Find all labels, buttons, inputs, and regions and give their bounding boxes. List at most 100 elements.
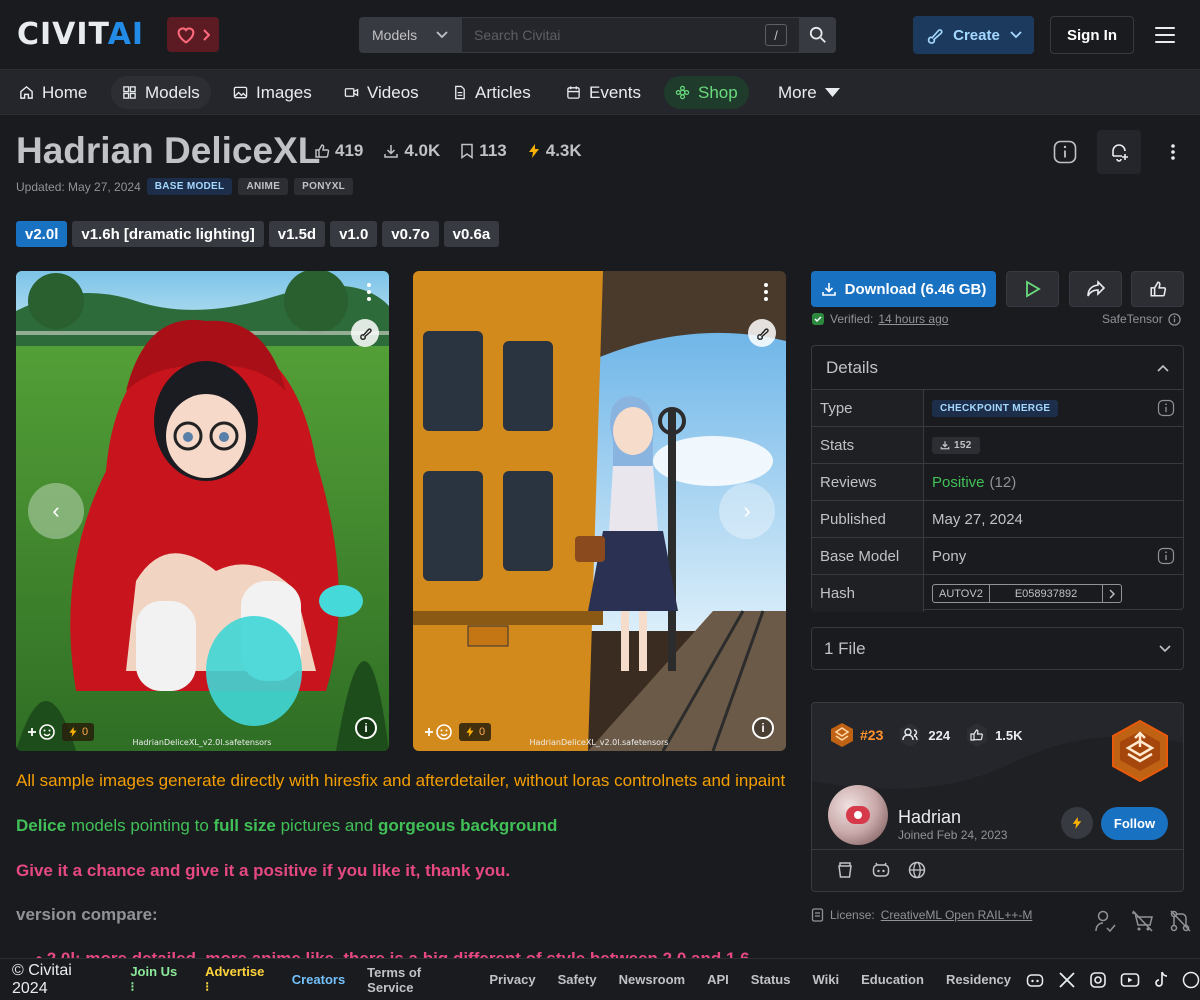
nav-models[interactable]: Models bbox=[111, 76, 211, 109]
buzz-stat: 4.3K bbox=[527, 141, 582, 161]
discord-icon[interactable] bbox=[1025, 971, 1045, 989]
footer-link-tos[interactable]: Terms of Service bbox=[367, 965, 467, 995]
footer-link-education[interactable]: Education bbox=[861, 972, 924, 987]
details-key: Published bbox=[812, 501, 924, 537]
hash-selector[interactable]: AUTOV2 E058937892 bbox=[932, 584, 1123, 603]
follow-button[interactable]: Follow bbox=[1101, 807, 1168, 840]
nav-home[interactable]: Home bbox=[8, 76, 98, 109]
footer-link-wiki[interactable]: Wiki bbox=[812, 972, 839, 987]
no-merge-icon bbox=[1170, 910, 1191, 932]
model-info-button[interactable] bbox=[1043, 130, 1087, 174]
search-submit-button[interactable] bbox=[800, 17, 836, 53]
thumbs-up-icon bbox=[967, 723, 988, 747]
files-accordion[interactable]: 1 File bbox=[811, 627, 1184, 670]
footer-link-creators[interactable]: Creators bbox=[292, 972, 345, 987]
version-tab[interactable]: v1.0 bbox=[330, 221, 378, 247]
badge-anime[interactable]: ANIME bbox=[238, 178, 289, 195]
tip-buzz-button[interactable]: 0 bbox=[62, 723, 95, 741]
reviews-sentiment[interactable]: Positive bbox=[932, 474, 985, 491]
search-scope-select[interactable]: Models bbox=[359, 17, 461, 53]
verified-time-link[interactable]: 14 hours ago bbox=[878, 312, 948, 326]
image-info-icon[interactable]: i bbox=[355, 717, 377, 739]
version-tab[interactable]: v1.5d bbox=[268, 221, 326, 247]
footer-link-newsroom[interactable]: Newsroom bbox=[619, 972, 685, 987]
details-header[interactable]: Details bbox=[812, 346, 1183, 390]
likes-count: 419 bbox=[335, 141, 364, 160]
image-options-icon[interactable] bbox=[367, 283, 371, 301]
footer-link-join[interactable]: Join Us ⁝ bbox=[130, 964, 183, 995]
creator-name[interactable]: Hadrian bbox=[898, 807, 961, 828]
info-icon[interactable] bbox=[1157, 547, 1175, 565]
badge-ponyxl[interactable]: PONYXL bbox=[294, 178, 354, 195]
dots-vertical-icon bbox=[1171, 144, 1175, 160]
instagram-icon[interactable] bbox=[1089, 971, 1107, 989]
x-twitter-icon[interactable] bbox=[1058, 971, 1076, 989]
info-icon[interactable] bbox=[1168, 312, 1181, 326]
search-icon bbox=[809, 26, 826, 43]
nav-shop[interactable]: Shop bbox=[664, 76, 749, 109]
hash-value[interactable]: E058937892 bbox=[990, 585, 1104, 602]
carousel-prev-button[interactable]: ‹ bbox=[28, 483, 84, 539]
create-button[interactable]: Create bbox=[913, 16, 1034, 54]
footer-link-status[interactable]: Status bbox=[751, 972, 791, 987]
version-tab[interactable]: v1.6h [dramatic lighting] bbox=[72, 221, 264, 247]
menu-icon[interactable] bbox=[1155, 27, 1175, 43]
nav-images[interactable]: Images bbox=[222, 76, 323, 109]
github-icon[interactable] bbox=[1182, 971, 1200, 989]
avatar[interactable] bbox=[828, 785, 888, 845]
license-icon bbox=[811, 908, 824, 922]
footer-social bbox=[1025, 971, 1200, 989]
nav-events[interactable]: Events bbox=[555, 76, 652, 109]
version-tab[interactable]: v2.0l bbox=[16, 221, 68, 247]
nav-images-label: Images bbox=[256, 82, 312, 102]
remix-button[interactable] bbox=[748, 319, 776, 347]
creator-rank-value: #23 bbox=[860, 727, 884, 743]
more-options-button[interactable] bbox=[1151, 130, 1195, 174]
review-button[interactable] bbox=[1131, 271, 1184, 307]
nav-videos[interactable]: Videos bbox=[333, 76, 430, 109]
run-button[interactable] bbox=[1006, 271, 1059, 307]
version-tab[interactable]: v0.6a bbox=[443, 221, 500, 247]
footer-link-residency[interactable]: Residency bbox=[946, 972, 1011, 987]
nav-more[interactable]: More bbox=[767, 76, 851, 109]
notify-button[interactable] bbox=[1097, 130, 1141, 174]
discord-icon[interactable] bbox=[872, 861, 890, 879]
download-button[interactable]: Download (6.46 GB) bbox=[811, 271, 996, 307]
details-row-type: Type CHECKPOINT MERGE bbox=[812, 390, 1183, 427]
license-label: License: bbox=[830, 908, 875, 922]
tip-creator-button[interactable] bbox=[1061, 807, 1093, 839]
creator-likes: 1.5K bbox=[964, 722, 1023, 748]
remix-button[interactable] bbox=[351, 319, 379, 347]
tiktok-icon[interactable] bbox=[1153, 971, 1169, 989]
footer: © Civitai 2024 Join Us ⁝ Advertise ⁝ Cre… bbox=[0, 958, 1200, 1000]
license-info: License: CreativeML Open RAIL++-M bbox=[811, 908, 1032, 922]
image-options-icon[interactable] bbox=[764, 283, 768, 301]
share-button[interactable] bbox=[1069, 271, 1122, 307]
license-link[interactable]: CreativeML Open RAIL++-M bbox=[881, 908, 1033, 922]
footer-link-privacy[interactable]: Privacy bbox=[489, 972, 535, 987]
model-meta: Updated: May 27, 2024 BASE MODEL ANIME P… bbox=[16, 178, 354, 195]
tip-buzz-button[interactable]: 0 bbox=[459, 723, 492, 741]
add-reaction-icon[interactable] bbox=[26, 723, 56, 741]
nav-articles[interactable]: Articles bbox=[441, 76, 542, 109]
coffee-icon[interactable] bbox=[836, 861, 854, 879]
hash-type[interactable]: AUTOV2 bbox=[933, 585, 990, 602]
info-icon[interactable] bbox=[1157, 399, 1175, 417]
bell-plus-icon bbox=[1112, 144, 1128, 162]
chevron-right-icon[interactable] bbox=[1103, 589, 1121, 599]
search-input[interactable]: Search Civitai / bbox=[461, 17, 800, 53]
globe-icon[interactable] bbox=[908, 861, 926, 879]
carousel-next-button[interactable]: › bbox=[719, 483, 775, 539]
sign-in-button[interactable]: Sign In bbox=[1050, 16, 1134, 54]
creator-stats: #23 224 1.5K bbox=[828, 721, 1023, 749]
version-tab[interactable]: v0.7o bbox=[382, 221, 439, 247]
civitai-logo[interactable]: CIVITAI bbox=[17, 20, 144, 50]
footer-link-api[interactable]: API bbox=[707, 972, 729, 987]
footer-link-advertise[interactable]: Advertise ⁝ bbox=[205, 964, 270, 995]
youtube-icon[interactable] bbox=[1120, 971, 1140, 989]
support-button[interactable] bbox=[167, 17, 219, 52]
creator-rank-emblem-icon bbox=[1112, 719, 1168, 783]
add-reaction-icon[interactable] bbox=[423, 723, 453, 741]
image-info-icon[interactable]: i bbox=[752, 717, 774, 739]
footer-link-safety[interactable]: Safety bbox=[558, 972, 597, 987]
